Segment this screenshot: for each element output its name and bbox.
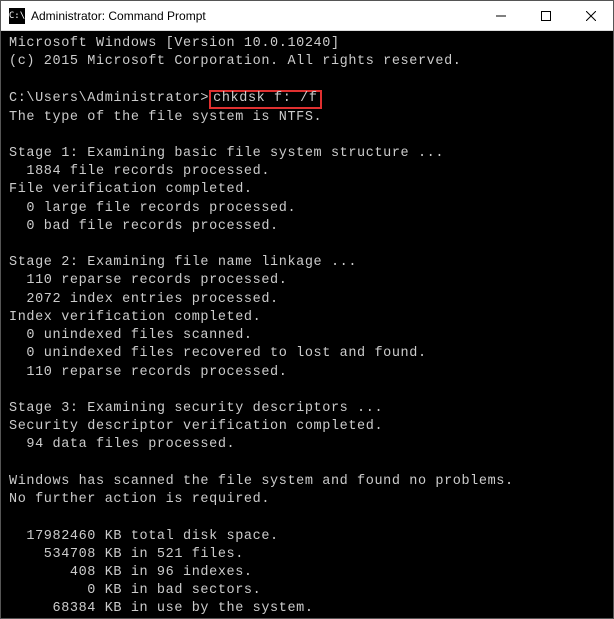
- stage2-reparse2: 110 reparse records processed.: [9, 365, 287, 380]
- stage2-index: 2072 index entries processed.: [9, 292, 279, 307]
- stage2-unindexed-scanned: 0 unindexed files scanned.: [9, 328, 253, 343]
- terminal-output[interactable]: Microsoft Windows [Version 10.0.10240] (…: [1, 31, 613, 618]
- window-controls: [478, 1, 613, 30]
- prompt: C:\Users\Administrator>: [9, 91, 209, 106]
- command-prompt-window: C:\ Administrator: Command Prompt Micros…: [0, 0, 614, 619]
- copyright-line: (c) 2015 Microsoft Corporation. All righ…: [9, 54, 461, 69]
- window-title: Administrator: Command Prompt: [31, 9, 478, 23]
- cmd-icon: C:\: [9, 8, 25, 24]
- stage3-header: Stage 3: Examining security descriptors …: [9, 401, 383, 416]
- maximize-button[interactable]: [523, 1, 568, 30]
- minimize-button[interactable]: [478, 1, 523, 30]
- stage1-bad: 0 bad file records processed.: [9, 219, 279, 234]
- stage2-header: Stage 2: Examining file name linkage ...: [9, 255, 357, 270]
- summary-total: 17982460 KB total disk space.: [9, 529, 279, 544]
- titlebar[interactable]: C:\ Administrator: Command Prompt: [1, 1, 613, 31]
- summary-no-action: No further action is required.: [9, 492, 270, 507]
- close-icon: [586, 11, 596, 21]
- summary-no-problems: Windows has scanned the file system and …: [9, 474, 514, 489]
- maximize-icon: [541, 11, 551, 21]
- close-button[interactable]: [568, 1, 613, 30]
- stage3-datafiles: 94 data files processed.: [9, 437, 235, 452]
- stage1-header: Stage 1: Examining basic file system str…: [9, 146, 444, 161]
- command-highlight: chkdsk f: /f: [209, 90, 321, 109]
- summary-system: 68384 KB in use by the system.: [9, 601, 314, 616]
- stage2-unindexed-recovered: 0 unindexed files recovered to lost and …: [9, 346, 427, 361]
- summary-files: 534708 KB in 521 files.: [9, 547, 244, 562]
- summary-indexes: 408 KB in 96 indexes.: [9, 565, 253, 580]
- stage2-reparse: 110 reparse records processed.: [9, 273, 287, 288]
- minimize-icon: [496, 11, 506, 21]
- version-line: Microsoft Windows [Version 10.0.10240]: [9, 36, 340, 51]
- summary-bad: 0 KB in bad sectors.: [9, 583, 261, 598]
- stage1-records: 1884 file records processed.: [9, 164, 270, 179]
- stage1-verification: File verification completed.: [9, 182, 253, 197]
- stage1-large: 0 large file records processed.: [9, 201, 296, 216]
- fs-type-line: The type of the file system is NTFS.: [9, 110, 322, 125]
- stage2-verification: Index verification completed.: [9, 310, 261, 325]
- stage3-verification: Security descriptor verification complet…: [9, 419, 383, 434]
